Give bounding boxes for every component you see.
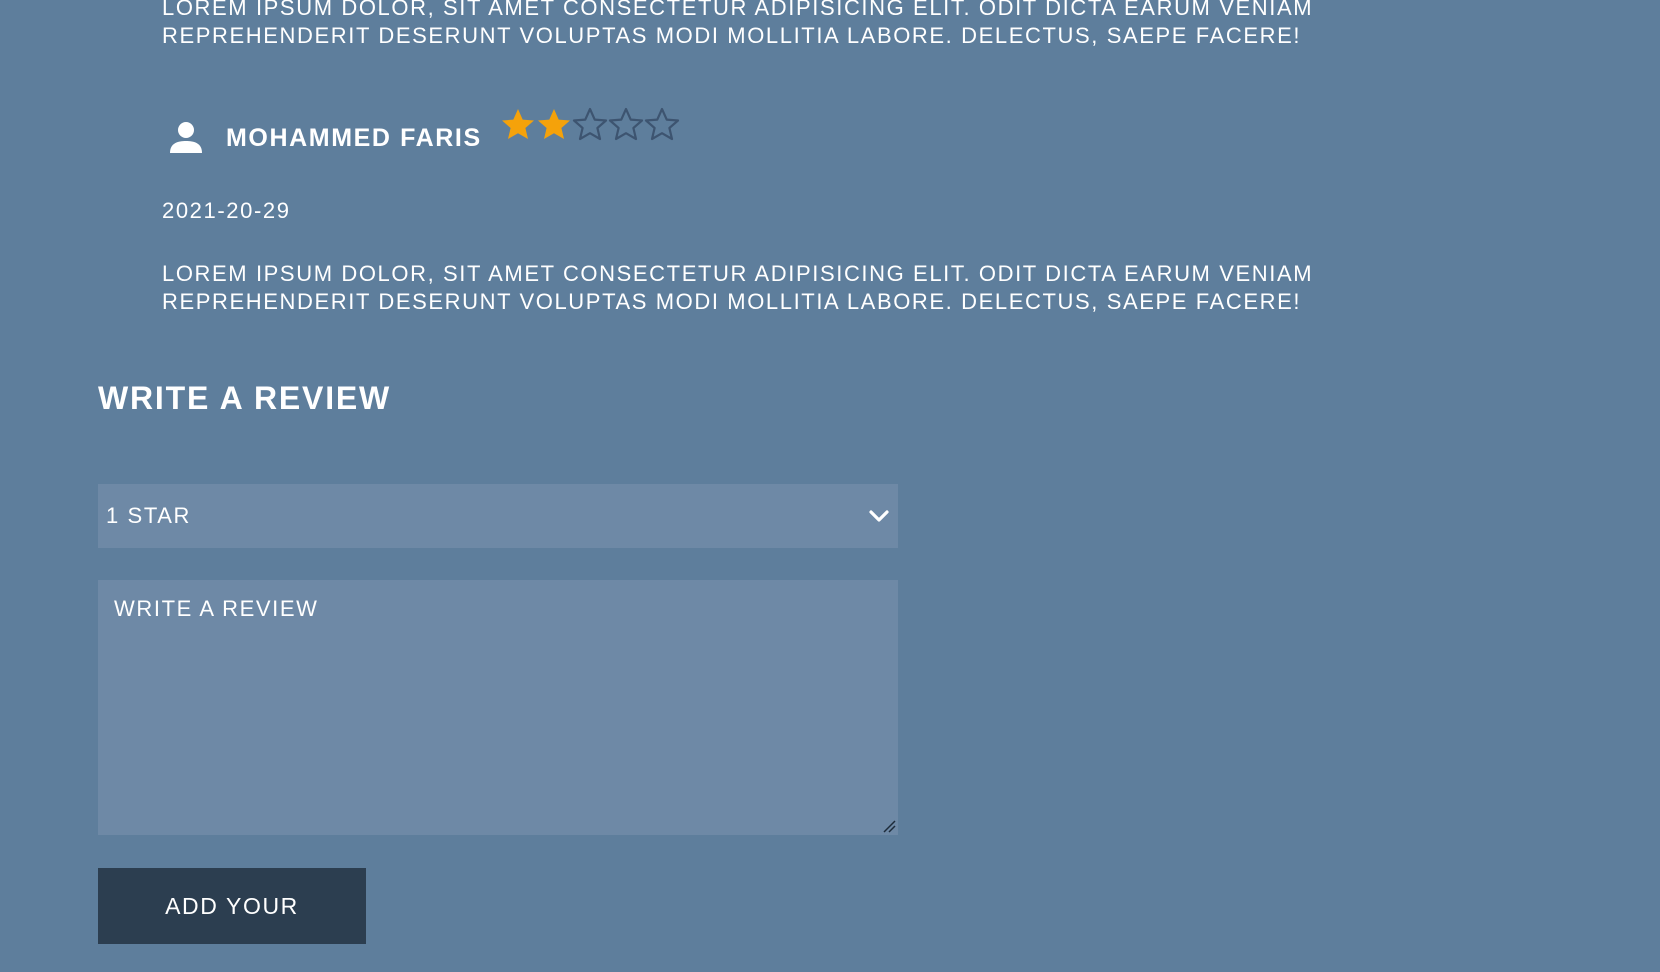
- review-textarea-container: [98, 580, 898, 835]
- previous-review-text-line2: REPREHENDERIT DESERUNT VOLUPTAS MODI MOL…: [162, 23, 1302, 48]
- star-empty-icon: [608, 107, 644, 143]
- star-filled-icon: [500, 107, 536, 143]
- user-icon: [166, 117, 206, 157]
- review-text-line2: REPREHENDERIT DESERUNT VOLUPTAS MODI MOL…: [162, 289, 1302, 314]
- rating-select-value: 1 STAR: [106, 503, 191, 528]
- star-empty-icon: [644, 107, 680, 143]
- chevron-down-icon: [868, 506, 890, 526]
- previous-review-text-line1: LOREM IPSUM DOLOR, SIT AMET CONSECTETUR …: [162, 0, 1314, 20]
- add-review-button[interactable]: ADD YOUR: [98, 868, 366, 944]
- star-empty-icon: [572, 107, 608, 143]
- reviewer-name: MOHAMMED FARIS: [226, 123, 482, 152]
- review-date: 2021-20-29: [162, 198, 291, 223]
- rating-select[interactable]: 1 STAR: [98, 484, 898, 548]
- review-header: MOHAMMED FARIS: [166, 104, 680, 164]
- previous-review-text: LOREM IPSUM DOLOR, SIT AMET CONSECTETUR …: [162, 0, 1313, 50]
- write-review-title: WRITE A REVIEW: [98, 380, 392, 416]
- review-text-line1: LOREM IPSUM DOLOR, SIT AMET CONSECTETUR …: [162, 261, 1314, 286]
- star-rating: [500, 107, 680, 143]
- star-filled-icon: [536, 107, 572, 143]
- resize-handle-icon[interactable]: [882, 819, 896, 833]
- review-textarea[interactable]: [98, 580, 898, 835]
- review-text: LOREM IPSUM DOLOR, SIT AMET CONSECTETUR …: [162, 260, 1313, 316]
